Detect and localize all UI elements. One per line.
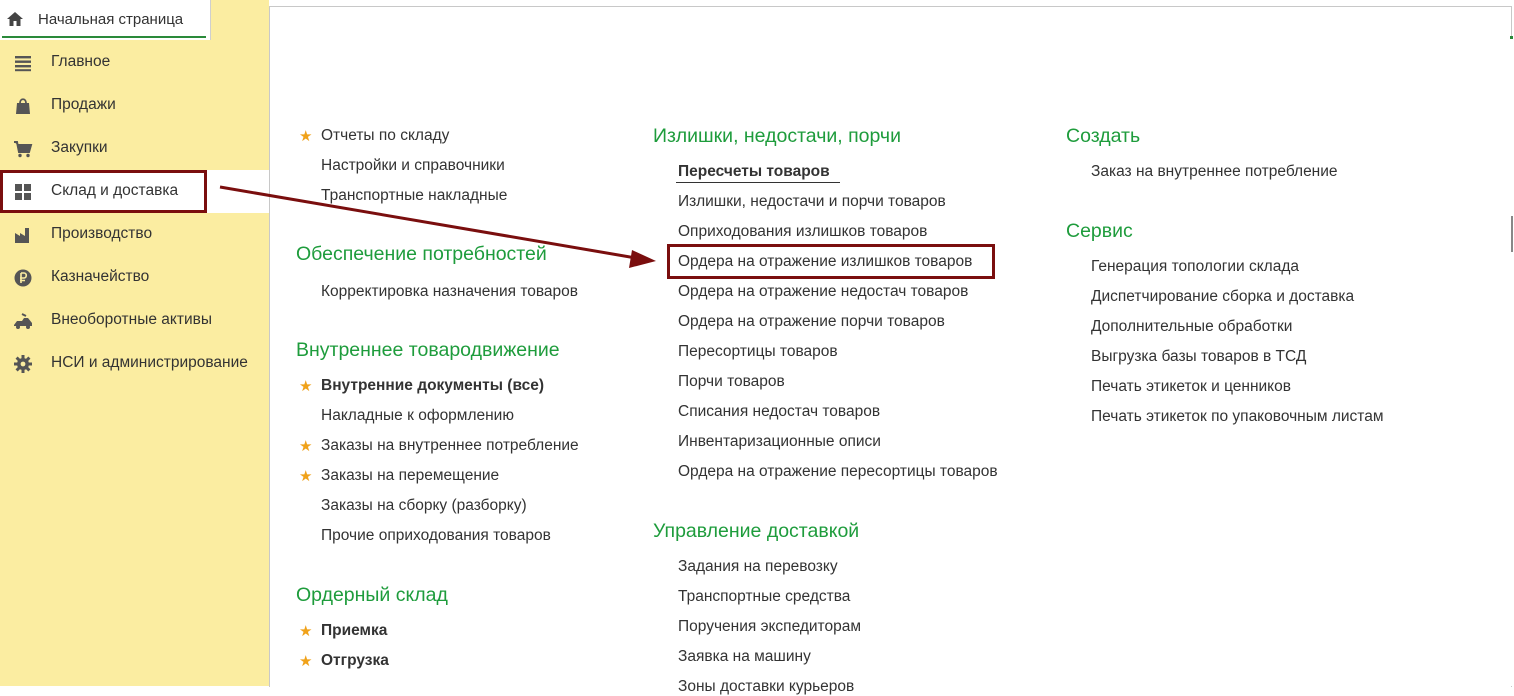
annotation-arrow xyxy=(219,185,656,268)
